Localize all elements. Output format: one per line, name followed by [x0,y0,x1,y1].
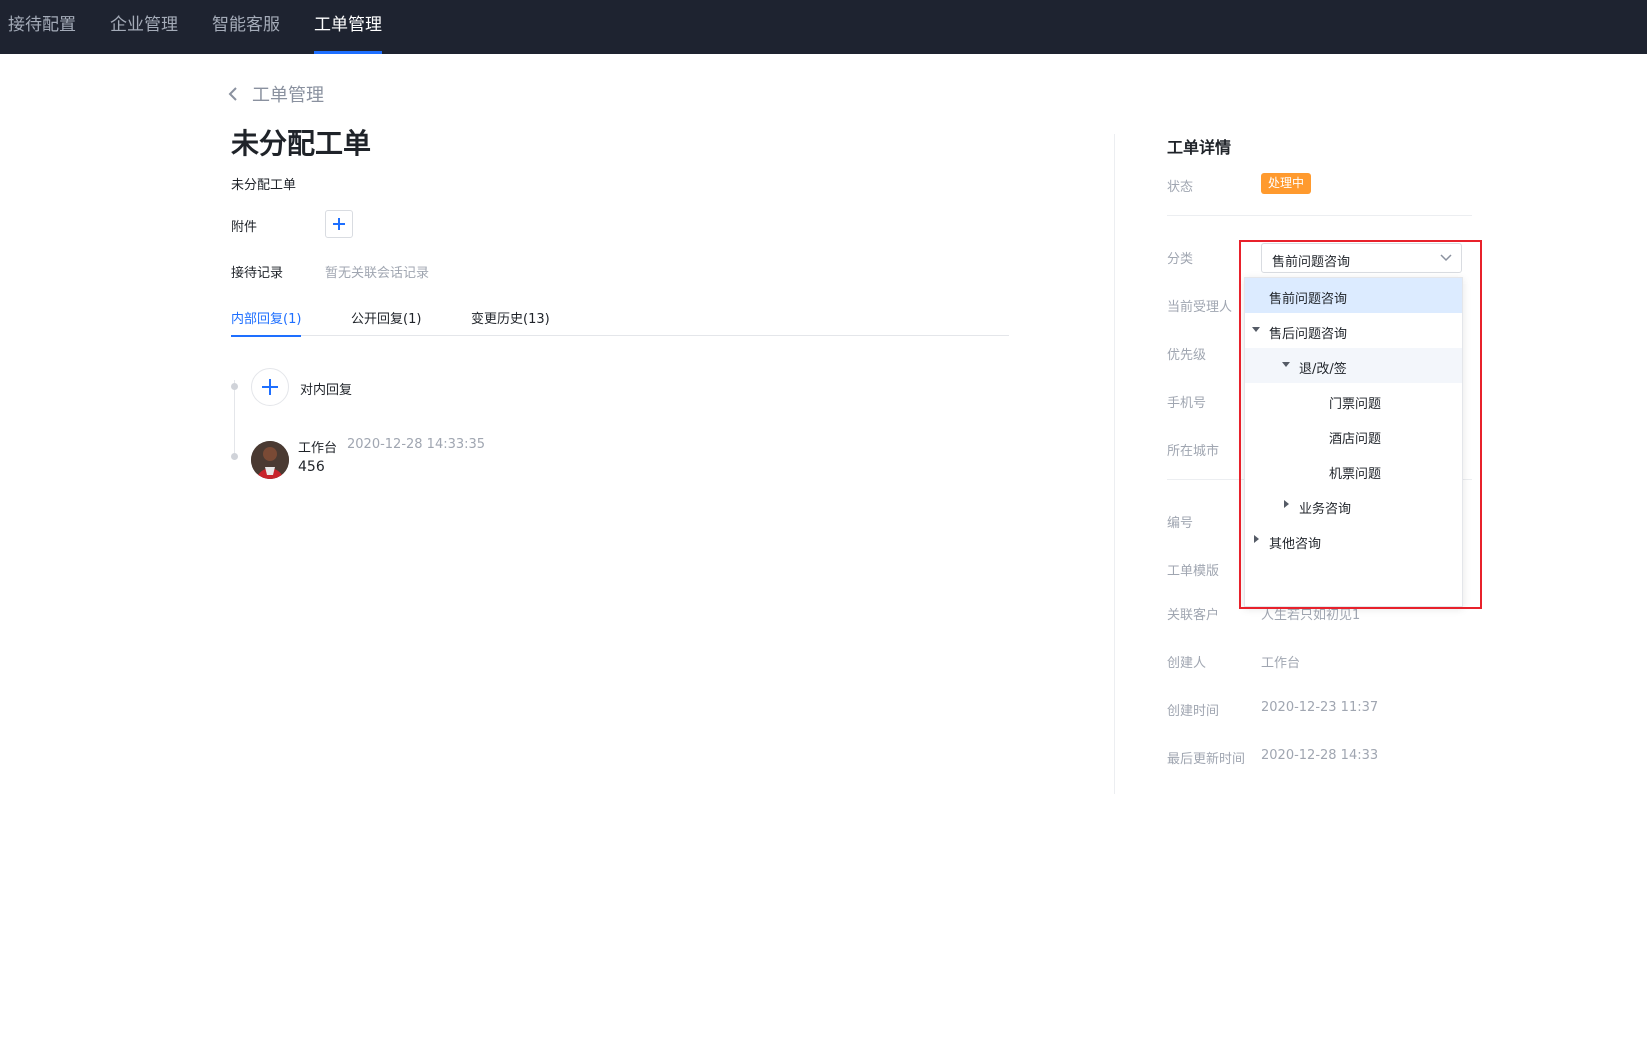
reply-author: 工作台 [298,441,338,456]
customer-label: 关联客户 [1167,608,1220,623]
category-label: 分类 [1167,252,1194,267]
category-option-label: 售后问题咨询 [1269,327,1348,342]
add-attachment-button[interactable] [325,210,353,238]
tab-internal-reply[interactable]: 内部回复(1) [231,308,302,337]
caret-down-icon[interactable] [1252,327,1260,332]
category-option-label: 其他咨询 [1269,537,1322,552]
tab-change-history[interactable]: 变更历史(13) [471,308,550,336]
category-option-presales[interactable]: 售前问题咨询 [1245,278,1462,313]
category-option-label: 机票问题 [1329,467,1382,482]
created-time-label: 创建时间 [1167,704,1220,719]
avatar [251,441,289,479]
status-label: 状态 [1167,180,1194,195]
nav-tab-enterprise-management[interactable]: 企业管理 [110,0,178,54]
tab-public-reply[interactable]: 公开回复(1) [351,308,421,336]
category-select[interactable]: 售前问题咨询 [1261,243,1462,273]
page-title: 未分配工单 [231,127,372,160]
attachment-label: 附件 [231,220,258,235]
category-option-business[interactable]: 业务咨询 [1245,488,1462,523]
reply-tabs: 内部回复(1) 公开回复(1) 变更历史(13) [231,298,1009,337]
reply-content: 456 [298,459,325,475]
nav-tab-smart-service[interactable]: 智能客服 [212,0,280,54]
category-option-label: 酒店问题 [1329,432,1382,447]
back-link-label: 工单管理 [252,85,324,106]
reception-record-label: 接待记录 [231,266,284,281]
phone-label: 手机号 [1167,396,1207,411]
section-divider [1167,215,1472,216]
creator-label: 创建人 [1167,656,1207,671]
category-select-value: 售前问题咨询 [1272,255,1351,270]
add-internal-reply-button[interactable] [251,368,289,406]
panel-divider [1114,134,1115,794]
detail-panel-title: 工单详情 [1167,138,1232,157]
category-option-flight-issue[interactable]: 机票问题 [1245,453,1462,488]
timeline-dot [231,383,238,390]
priority-label: 优先级 [1167,348,1207,363]
ticket-template-label: 工单模版 [1167,564,1220,579]
assignee-label: 当前受理人 [1167,300,1233,315]
plus-icon [333,218,345,230]
caret-right-icon[interactable] [1284,500,1289,508]
timeline-dot [231,453,238,460]
top-navigation: 接待配置 企业管理 智能客服 工单管理 [0,0,1647,54]
city-label: 所在城市 [1167,444,1220,459]
creator-value: 工作台 [1261,656,1301,671]
category-option-other[interactable]: 其他咨询 [1245,523,1462,558]
category-option-label: 售前问题咨询 [1269,292,1348,307]
nav-tab-reception-config[interactable]: 接待配置 [8,0,76,54]
chevron-down-icon [1440,254,1452,262]
category-dropdown: 售前问题咨询 售后问题咨询 退/改/签 门票问题 酒店问题 机票问题 业务咨询 … [1244,277,1463,607]
add-internal-reply-label[interactable]: 对内回复 [300,379,352,398]
updated-time-label: 最后更新时间 [1167,752,1246,767]
ticket-description: 未分配工单 [231,178,297,193]
category-option-label: 退/改/签 [1299,362,1347,377]
category-option-ticket-issue[interactable]: 门票问题 [1245,383,1462,418]
category-option-aftersales[interactable]: 售后问题咨询 [1245,313,1462,348]
plus-icon [262,379,278,395]
nav-tab-ticket-management[interactable]: 工单管理 [314,0,382,54]
caret-down-icon[interactable] [1282,362,1290,367]
updated-time-value: 2020-12-28 14:33 [1261,748,1379,763]
category-option-hotel-issue[interactable]: 酒店问题 [1245,418,1462,453]
category-option-label: 门票问题 [1329,397,1382,412]
caret-right-icon[interactable] [1254,535,1259,543]
status-badge: 处理中 [1261,173,1312,194]
reception-record-empty: 暂无关联会话记录 [325,266,430,281]
created-time-value: 2020-12-23 11:37 [1261,700,1379,715]
timeline-line [234,380,235,460]
reply-timestamp: 2020-12-28 14:33:35 [347,437,486,452]
chevron-left-icon [228,87,237,101]
category-option-label: 业务咨询 [1299,502,1352,517]
ticket-number-label: 编号 [1167,516,1194,531]
category-option-refund-change[interactable]: 退/改/签 [1245,348,1462,383]
back-link[interactable]: 工单管理 [228,82,324,106]
